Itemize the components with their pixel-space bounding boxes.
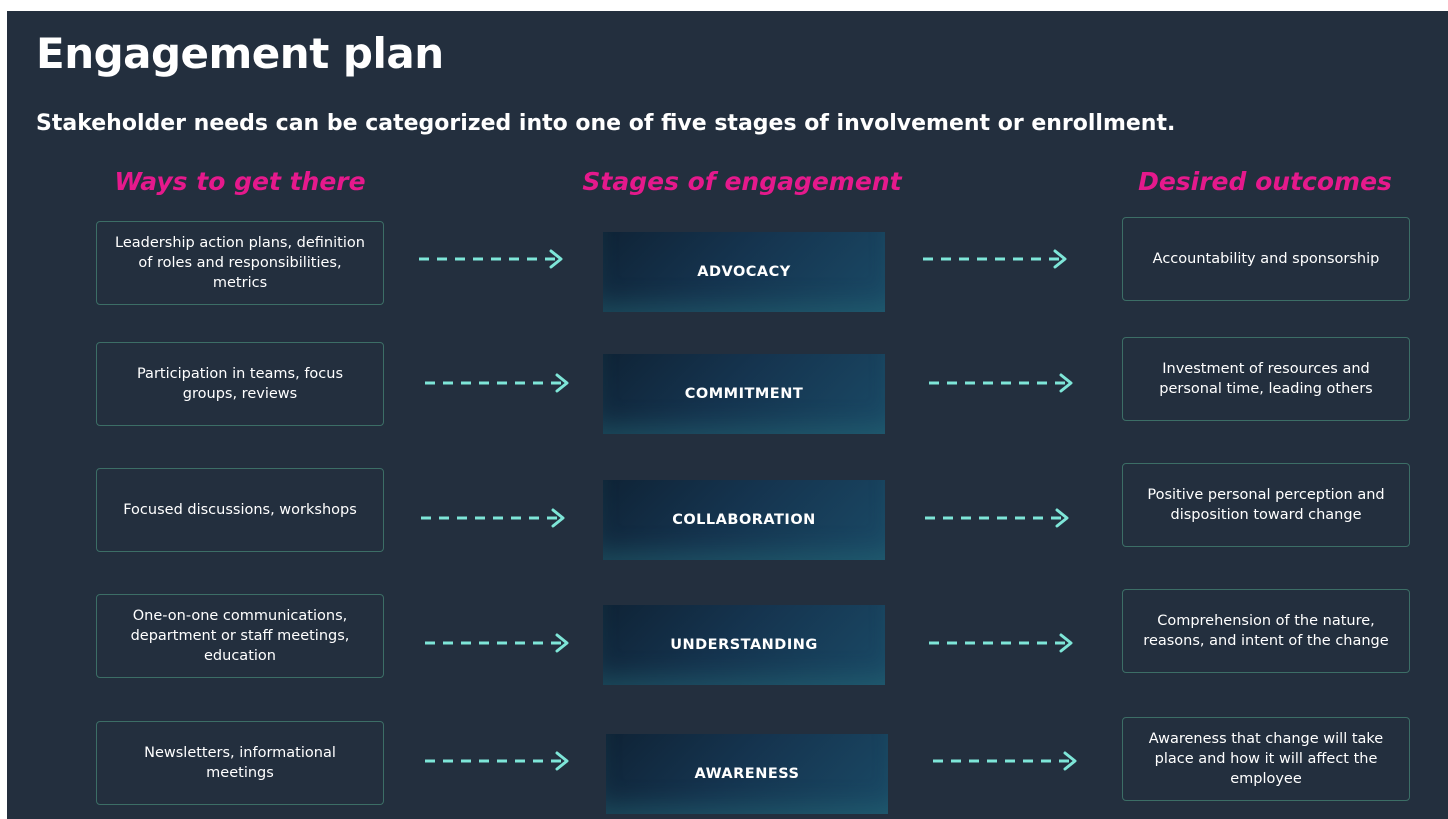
way-box-advocacy: Leadership action plans, definition of r… — [96, 221, 384, 305]
arrow-right-icon — [425, 373, 569, 393]
arrow-right-icon — [923, 249, 1067, 269]
stage-understanding: UNDERSTANDING — [603, 605, 885, 685]
outcome-box-advocacy: Accountability and sponsorship — [1122, 217, 1410, 301]
slide: Engagement plan Stakeholder needs can be… — [7, 11, 1448, 819]
arrow-right-icon — [419, 249, 563, 269]
way-box-commitment: Participation in teams, focus groups, re… — [96, 342, 384, 426]
heading-outcomes: Desired outcomes — [1138, 167, 1392, 196]
stage-awareness: AWARENESS — [606, 734, 888, 814]
arrow-right-icon — [425, 633, 569, 653]
arrow-right-icon — [425, 751, 569, 771]
arrow-right-icon — [925, 508, 1069, 528]
outcome-box-commitment: Investment of resources and personal tim… — [1122, 337, 1410, 421]
outcome-box-understanding: Comprehension of the nature, reasons, an… — [1122, 589, 1410, 673]
page-title: Engagement plan — [36, 29, 444, 78]
outcome-box-collaboration: Positive personal perception and disposi… — [1122, 463, 1410, 547]
heading-stages: Stages of engagement — [582, 167, 902, 196]
arrow-right-icon — [421, 508, 565, 528]
page-subtitle: Stakeholder needs can be categorized int… — [36, 111, 1176, 136]
stage-collaboration: COLLABORATION — [603, 480, 885, 560]
way-box-understanding: One-on-one communications, department or… — [96, 594, 384, 678]
outcome-box-awareness: Awareness that change will take place an… — [1122, 717, 1410, 801]
stage-commitment: COMMITMENT — [603, 354, 885, 434]
stage-advocacy: ADVOCACY — [603, 232, 885, 312]
arrow-right-icon — [933, 751, 1077, 771]
heading-ways: Ways to get there — [114, 167, 366, 196]
way-box-collaboration: Focused discussions, workshops — [96, 468, 384, 552]
arrow-right-icon — [929, 633, 1073, 653]
arrow-right-icon — [929, 373, 1073, 393]
way-box-awareness: Newsletters, informational meetings — [96, 721, 384, 805]
